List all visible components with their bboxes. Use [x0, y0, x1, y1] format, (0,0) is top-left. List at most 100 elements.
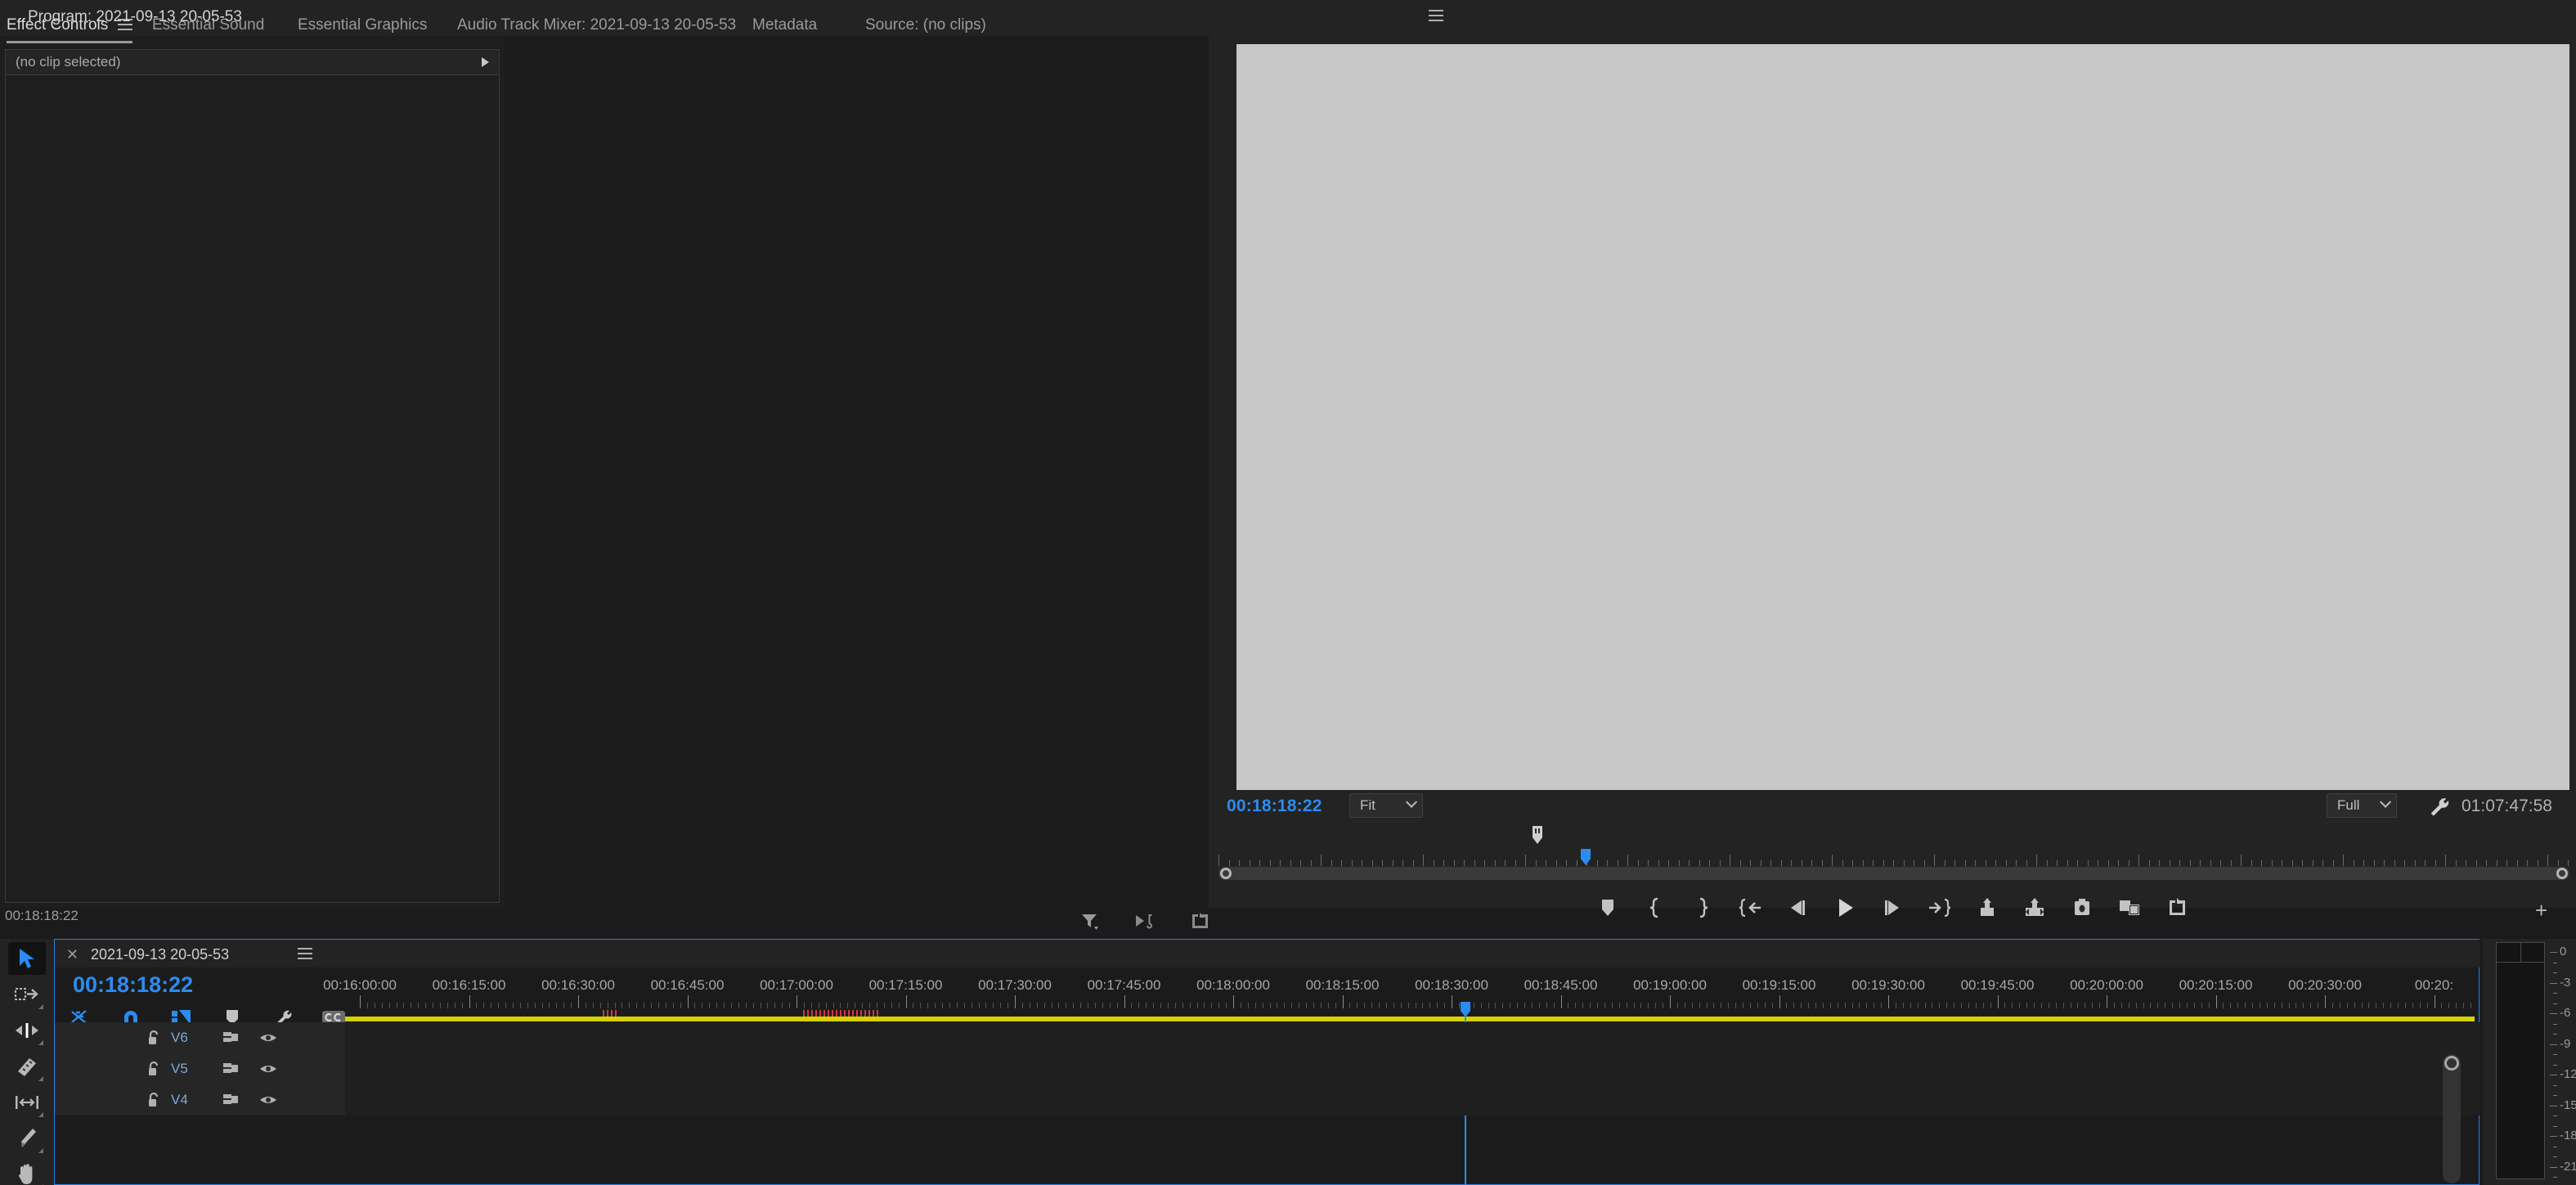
track-target-button[interactable] — [212, 1092, 249, 1108]
sequence-marker[interactable] — [840, 1010, 841, 1017]
export-frame-button[interactable] — [2069, 895, 2095, 921]
filter-icon[interactable] — [1079, 911, 1099, 935]
ruler-tick — [483, 1003, 484, 1008]
sequence-marker[interactable] — [607, 1010, 608, 1017]
timeline-work-area-bar[interactable] — [345, 1017, 2475, 1021]
play-stop-button[interactable] — [1832, 895, 1858, 921]
sequence-marker[interactable] — [807, 1010, 809, 1017]
sequence-marker[interactable] — [877, 1010, 878, 1017]
tab-audio-track-mixer-2021-09-13-20-05-53[interactable]: Audio Track Mixer: 2021-09-13 20-05-53 — [457, 8, 736, 34]
ruler-tick — [724, 1003, 725, 1008]
program-monitor-ruler[interactable] — [1218, 853, 2568, 866]
scrollbar-left-handle[interactable] — [1220, 868, 1232, 879]
sequence-marker[interactable] — [615, 1010, 617, 1017]
track-header[interactable]: V5 — [55, 1053, 345, 1084]
add-marker-button[interactable] — [1595, 895, 1621, 921]
ruler-tick — [1786, 1003, 1787, 1008]
track-visibility-button[interactable] — [249, 1062, 287, 1076]
track-lock-button[interactable] — [137, 1061, 171, 1077]
sequence-marker[interactable] — [856, 1010, 858, 1017]
ruler-tick — [2016, 860, 2017, 866]
timeline-menu-button[interactable] — [288, 948, 312, 963]
program-monitor-current-timecode[interactable]: 00:18:18:22 — [1227, 797, 1322, 816]
ruler-tick — [826, 1003, 827, 1008]
track-lock-button[interactable] — [137, 1092, 171, 1108]
sequence-marker[interactable] — [603, 1010, 604, 1017]
sequence-marker[interactable] — [803, 1010, 805, 1017]
triangle-right-icon[interactable] — [482, 57, 489, 67]
export-frame-icon[interactable] — [1189, 911, 1210, 935]
audio-meter-bars[interactable] — [2496, 942, 2545, 1179]
track-target-button[interactable] — [212, 1061, 249, 1077]
selection-tool[interactable] — [8, 942, 46, 975]
sequence-marker[interactable] — [819, 1010, 821, 1017]
step-forward-button[interactable] — [1879, 895, 1905, 921]
step-back-button[interactable] — [1784, 895, 1811, 921]
sequence-marker[interactable] — [868, 1010, 870, 1017]
sequence-marker[interactable] — [815, 1010, 817, 1017]
track-target-button[interactable] — [212, 1030, 249, 1046]
program-monitor-menu-button[interactable] — [1419, 10, 1443, 25]
tab-label: Essential Graphics — [298, 16, 427, 34]
timeline-playhead-timecode[interactable]: 00:18:18:22 — [73, 972, 193, 998]
sequence-marker[interactable] — [611, 1010, 613, 1017]
track-content-area[interactable] — [345, 1022, 2480, 1053]
sequence-marker[interactable] — [852, 1010, 854, 1017]
track-header[interactable]: V6 — [55, 1022, 345, 1053]
track-visibility-button[interactable] — [249, 1093, 287, 1107]
timeline-ruler[interactable]: 00:16:00:0000:16:15:0000:16:30:0000:16:4… — [345, 969, 2475, 1015]
zoom-level-dropdown[interactable]: Fit — [1349, 793, 1423, 818]
mark-out-button[interactable] — [1690, 895, 1716, 921]
tab-source-no-clips[interactable]: Source: (no clips) — [865, 8, 986, 34]
comparison-view-button[interactable] — [2116, 895, 2143, 921]
sequence-marker[interactable] — [836, 1010, 837, 1017]
ripple-edit-tool[interactable] — [8, 1014, 46, 1047]
razor-tool[interactable] — [8, 1050, 46, 1083]
pen-tool[interactable] — [8, 1122, 46, 1155]
play-audio-icon[interactable] — [1133, 911, 1155, 935]
scrollbar-right-handle[interactable] — [2556, 868, 2568, 879]
close-icon[interactable]: ✕ — [66, 946, 79, 963]
track-lock-button[interactable] — [137, 1030, 171, 1046]
ruler-tick — [964, 1003, 965, 1008]
track-select-forward-tool[interactable] — [8, 978, 46, 1011]
sequence-marker[interactable] — [873, 1010, 874, 1017]
sequence-marker[interactable] — [824, 1010, 825, 1017]
sequence-marker[interactable] — [848, 1010, 850, 1017]
tab-program-monitor[interactable]: Program: 2021-09-13 20-05-53 — [28, 8, 242, 26]
program-monitor-playhead[interactable] — [1579, 849, 1592, 867]
ruler-tick — [847, 1003, 848, 1008]
program-monitor-video-surface[interactable] — [1236, 44, 2569, 790]
track-content-area[interactable] — [345, 1053, 2480, 1084]
scrollbar-handle[interactable] — [2444, 1056, 2459, 1071]
mark-in-button[interactable] — [1642, 895, 1668, 921]
track-visibility-button[interactable] — [249, 1030, 287, 1045]
playback-resolution-dropdown[interactable]: Full — [2327, 793, 2397, 818]
extract-button[interactable] — [2022, 895, 2048, 921]
settings-button[interactable] — [2427, 795, 2450, 822]
track-content-area[interactable] — [345, 1084, 2480, 1115]
in-out-marker-icon[interactable] — [1531, 826, 1544, 846]
go-to-in-button[interactable] — [1737, 895, 1763, 921]
sequence-marker[interactable] — [864, 1010, 866, 1017]
track-header[interactable]: V4 — [55, 1084, 345, 1115]
slip-tool[interactable] — [8, 1086, 46, 1119]
audio-meter-clip-indicator[interactable] — [2497, 962, 2544, 963]
tab-essential-graphics[interactable]: Essential Graphics — [298, 8, 427, 34]
sequence-marker[interactable] — [811, 1010, 813, 1017]
sequence-marker[interactable] — [832, 1010, 833, 1017]
sequence-marker[interactable] — [860, 1010, 862, 1017]
button-editor-button[interactable]: + — [2535, 898, 2547, 923]
ruler-tick — [1801, 1003, 1802, 1008]
sequence-marker[interactable] — [844, 1010, 846, 1017]
program-monitor-zoom-scrollbar[interactable] — [1218, 867, 2569, 880]
tab-metadata[interactable]: Metadata — [752, 8, 817, 34]
go-to-out-button[interactable] — [1927, 895, 1953, 921]
timeline-sequence-name[interactable]: 2021-09-13 20-05-53 — [91, 946, 229, 963]
lift-button[interactable] — [1974, 895, 2000, 921]
timeline-vertical-scrollbar[interactable] — [2443, 1054, 2461, 1183]
effect-controls-clip-selector[interactable]: (no clip selected) — [5, 49, 500, 75]
hand-tool[interactable] — [8, 1158, 46, 1185]
sequence-marker[interactable] — [828, 1010, 829, 1017]
export-icon-button[interactable] — [2164, 895, 2190, 921]
